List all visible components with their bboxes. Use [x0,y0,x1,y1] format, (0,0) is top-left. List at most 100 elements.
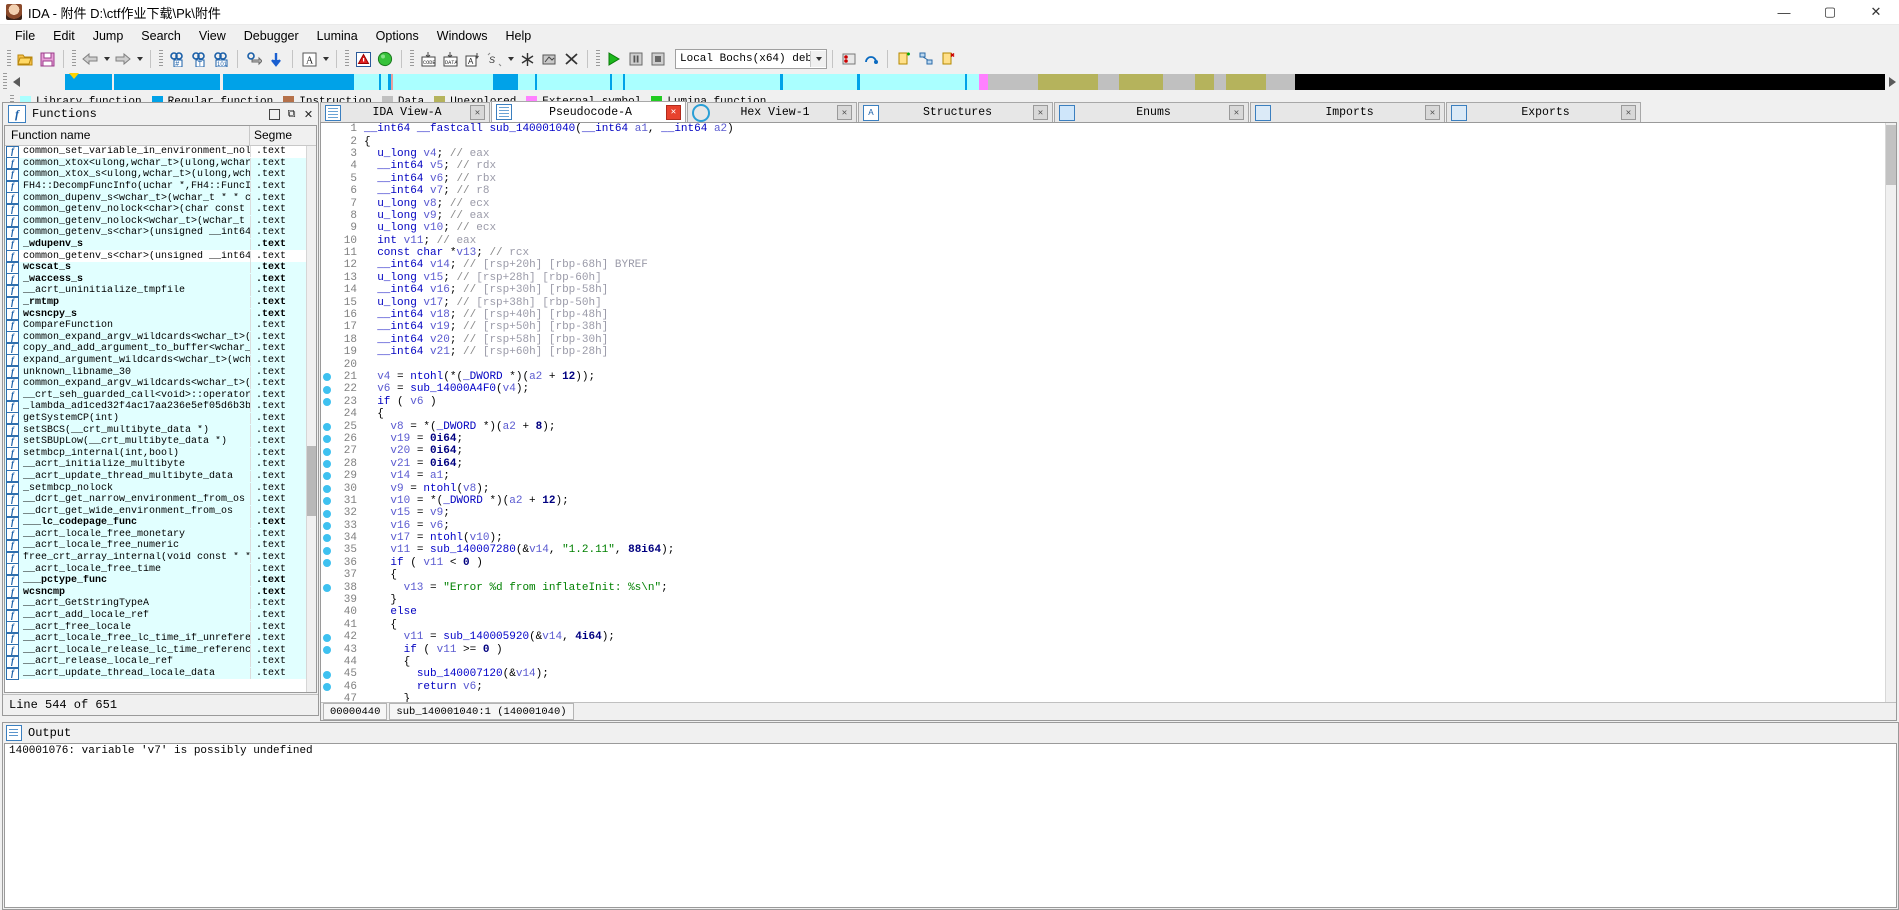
code-line[interactable]: 9 u_long v10; // ecx [333,222,1896,234]
code-line[interactable]: 46 return v6; [333,681,1896,693]
pseudocode-vertical-scrollbar[interactable] [1885,123,1896,702]
open-file-icon[interactable] [14,49,36,70]
table-row[interactable]: f ___pctype_func .text [5,574,316,587]
table-row[interactable]: f FH4::DecompFuncInfo(uchar *,FH4::FuncIn… [5,180,316,193]
breakpoint-icon[interactable] [323,484,331,493]
table-row[interactable]: f _rmtmp .text [5,296,316,309]
code-line[interactable]: 3 u_long v4; // eax [333,148,1896,160]
column-header-segment[interactable]: Segme [250,126,316,145]
make-ascii-icon[interactable]: A [461,49,483,70]
table-row[interactable]: f copy_and_add_argument_to_buffer<wchar_t… [5,342,316,355]
table-row[interactable]: f __acrt_update_thread_multibyte_data .tex… [5,470,316,483]
tab-imports[interactable]: Imports ✕ [1250,102,1445,122]
menu-item-debugger[interactable]: Debugger [235,26,308,46]
code-line[interactable]: 12 __int64 v14; // [rsp+20h] [rbp-68h] B… [333,259,1896,271]
table-row[interactable]: f __acrt_locale_release_lc_time_reference… [5,644,316,657]
code-line[interactable]: 44 { [333,656,1896,668]
code-line[interactable]: 18 __int64 v20; // [rsp+58h] [rbp-30h] [333,334,1896,346]
code-line[interactable]: 10 int v11; // eax [333,235,1896,247]
code-line[interactable]: 29 v14 = a1; [333,470,1896,482]
menu-item-help[interactable]: Help [496,26,540,46]
code-line[interactable]: 43 if ( v11 >= 0 ) [333,643,1896,656]
search-hash-icon[interactable]: # [166,49,188,70]
code-line[interactable]: 21 v4 = ntohl(*(_DWORD *)(a2 + 12)); [333,371,1896,383]
breakpoint-icon[interactable] [323,373,331,382]
navband-scroll-right-button[interactable] [1885,72,1899,92]
functions-scrollbar-thumb[interactable] [307,446,316,516]
search-text-icon[interactable]: T [188,49,210,70]
menu-item-edit[interactable]: Edit [44,26,84,46]
table-row[interactable]: f common_expand_argv_wildcards<wchar_t>(w… [5,331,316,344]
table-row[interactable]: f wcsncpy_s .text [5,308,316,321]
pseudocode-scrollbar-thumb[interactable] [1886,125,1896,185]
code-line[interactable]: 1 __int64 __fastcall sub_140001040(__int6… [333,123,1896,135]
table-row[interactable]: f setSBUpLow(__crt_multibyte_data *) .text [5,435,316,448]
code-line[interactable]: 16 __int64 v18; // [rsp+40h] [rbp-48h] [333,309,1896,321]
menu-item-search[interactable]: Search [132,26,190,46]
undefine-icon[interactable] [516,49,538,70]
tab-ida-view-a[interactable]: IDA View-A ✕ [320,102,490,122]
table-row[interactable]: f _wdupenv_s .text [5,238,316,251]
breakpoint-icon[interactable] [323,546,331,555]
code-line[interactable]: 20 [333,358,1896,371]
navband-grip[interactable] [3,73,7,91]
back-nav-dropdown-icon[interactable] [101,49,112,70]
table-row[interactable]: f _waccess_s .text [5,273,316,286]
pseudocode-code-lines[interactable]: 1 __int64 __fastcall sub_140001040(__int6… [333,123,1896,702]
functions-list-scrollbar[interactable] [306,146,316,692]
code-line[interactable]: 40 else [333,606,1896,618]
table-row[interactable]: f common_getenv_s<char>(unsigned __int64 … [5,250,316,263]
tab-hex-view-1[interactable]: Hex View-1 ✕ [687,102,857,122]
code-line[interactable]: 8 u_long v9; // eax [333,210,1896,222]
make-code-icon[interactable]: CODE [417,49,439,70]
table-row[interactable]: f __acrt_locale_free_time .text [5,563,316,576]
toolbar-grip-2[interactable] [72,50,76,68]
code-line[interactable]: 13 u_long v15; // [rsp+28h] [rbp-60h] [333,272,1896,284]
breakpoint-icon[interactable] [323,670,331,679]
pause-debugger-icon[interactable] [625,49,647,70]
stop-debugger-icon[interactable] [647,49,669,70]
minimize-button[interactable]: — [1761,0,1807,24]
breakpoint-icon[interactable] [323,435,331,444]
table-row[interactable]: f setmbcp_internal(int,bool) .text [5,447,316,460]
code-line[interactable]: 14 __int64 v16; // [rsp+30h] [rbp-58h] [333,284,1896,296]
breakpoint-icon[interactable] [323,398,331,406]
code-line[interactable]: 28 v21 = 0i64; [333,458,1896,470]
table-row[interactable]: f setSBCS(__crt_multibyte_data *) .text [5,424,316,437]
toolbar-grip-4[interactable] [345,50,349,68]
table-row[interactable]: f common_expand_argv_wildcards<wchar_t>(w… [5,377,316,390]
code-line[interactable]: 19 __int64 v21; // [rsp+60h] [rbp-28h] [333,346,1896,358]
jump-xref-icon[interactable] [243,49,265,70]
table-row[interactable]: f wcsncmp .text [5,586,316,599]
edit-function-icon[interactable] [538,49,560,70]
breakpoint-icon[interactable] [323,509,331,518]
toolbar-grip-6[interactable] [596,50,600,68]
table-row[interactable]: f __acrt_locale_free_numeric .text [5,539,316,552]
breakpoint-icon[interactable] [323,460,331,468]
delete-item-icon[interactable] [560,49,582,70]
pseudocode-scroll-area[interactable]: 1 __int64 __fastcall sub_140001040(__int6… [321,123,1896,702]
table-row[interactable]: f _lambda_ad1ced32f4ac17aa236e5ef05d6b3b7… [5,400,316,413]
table-row[interactable]: f __acrt_locale_free_lc_time_if_unreferen… [5,632,316,645]
table-row[interactable]: f _setmbcp_nolock .text [5,482,316,495]
code-line[interactable]: 38 v13 = "Error %d from inflateInit: %s\… [333,581,1896,594]
table-row[interactable]: f __acrt_release_locale_ref .text [5,655,316,668]
code-line[interactable]: 6 __int64 v7; // r8 [333,185,1896,197]
table-row[interactable]: f common_getenv_s<char>(unsigned __int64 … [5,226,316,239]
column-header-function-name[interactable]: Function name [5,126,250,145]
table-row[interactable]: f getSystemCP(int) .text [5,412,316,425]
code-line[interactable]: 22 v6 = sub_14000A4F0(v4); [333,383,1896,395]
tab-close-icon[interactable]: ✕ [1229,105,1244,120]
breakpoint-icon[interactable] [323,497,331,506]
table-row[interactable]: f __acrt_update_thread_locale_data .text [5,667,316,680]
make-data-icon[interactable]: DATA [439,49,461,70]
table-row[interactable]: f __acrt_uninitialize_tmpfile .text [5,284,316,297]
code-line[interactable]: 24 { [333,408,1896,420]
code-line[interactable]: 39 } [333,594,1896,606]
breakpoint-icon[interactable] [323,633,331,642]
table-row[interactable]: f expand_argument_wildcards<wchar_t>(wcha… [5,354,316,367]
table-row[interactable]: f __acrt_locale_free_monetary .text [5,528,316,541]
font-icon[interactable]: A [298,49,320,70]
code-line[interactable]: 42 v11 = sub_140005920(&v14, 4i64); [333,631,1896,643]
breakpoint-list-icon[interactable] [838,49,860,70]
